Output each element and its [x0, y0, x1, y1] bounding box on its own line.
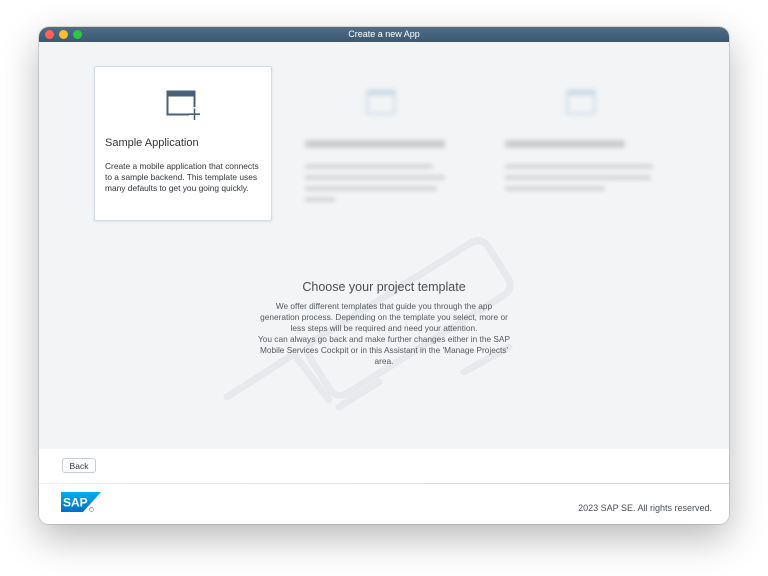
info-text-line: area.: [374, 356, 394, 366]
new-window-icon: [166, 90, 200, 120]
copyright-text: 2023 SAP SE. All rights reserved.: [578, 503, 712, 513]
window-title: Create a new App: [348, 29, 420, 39]
template-card-3[interactable]: [495, 66, 673, 221]
app-window: Create a new App Sample Application Crea…: [39, 27, 729, 524]
template-card-title: Sample Application: [105, 137, 199, 149]
info-text-line: generation process. Depending on the tem…: [260, 312, 508, 322]
info-text-line: You can always go back and make further …: [258, 334, 510, 344]
info-title: Choose your project template: [302, 280, 466, 294]
main-content: Sample Application Create a mobile appli…: [39, 42, 729, 449]
info-text-line: We offer different templates that guide …: [275, 301, 493, 311]
new-window-icon: [366, 89, 396, 115]
footer: SAP 2023 SAP SE. All rights reserved.: [39, 483, 729, 524]
blurred-text-placeholder: [305, 140, 445, 202]
back-button[interactable]: Back: [62, 458, 96, 473]
info-text-line: less steps will be required and need you…: [290, 323, 478, 333]
template-card-description: Create a mobile application that connect…: [105, 161, 259, 193]
blurred-text-placeholder: [505, 140, 653, 191]
svg-text:SAP: SAP: [63, 496, 88, 510]
template-card-sample-application[interactable]: Sample Application Create a mobile appli…: [94, 66, 272, 221]
footer-divider: [39, 483, 729, 484]
template-card-2[interactable]: [295, 66, 473, 221]
sap-logo: SAP: [61, 492, 101, 512]
info-text: We offer different templates that guide …: [239, 301, 529, 367]
title-bar: Create a new App: [39, 27, 729, 42]
new-window-icon: [566, 89, 596, 115]
bottom-toolbar: Back: [39, 449, 729, 484]
template-info-panel: Choose your project template We offer di…: [239, 280, 529, 367]
info-text-line: Mobile Services Cockpit or in this Assis…: [259, 345, 509, 355]
